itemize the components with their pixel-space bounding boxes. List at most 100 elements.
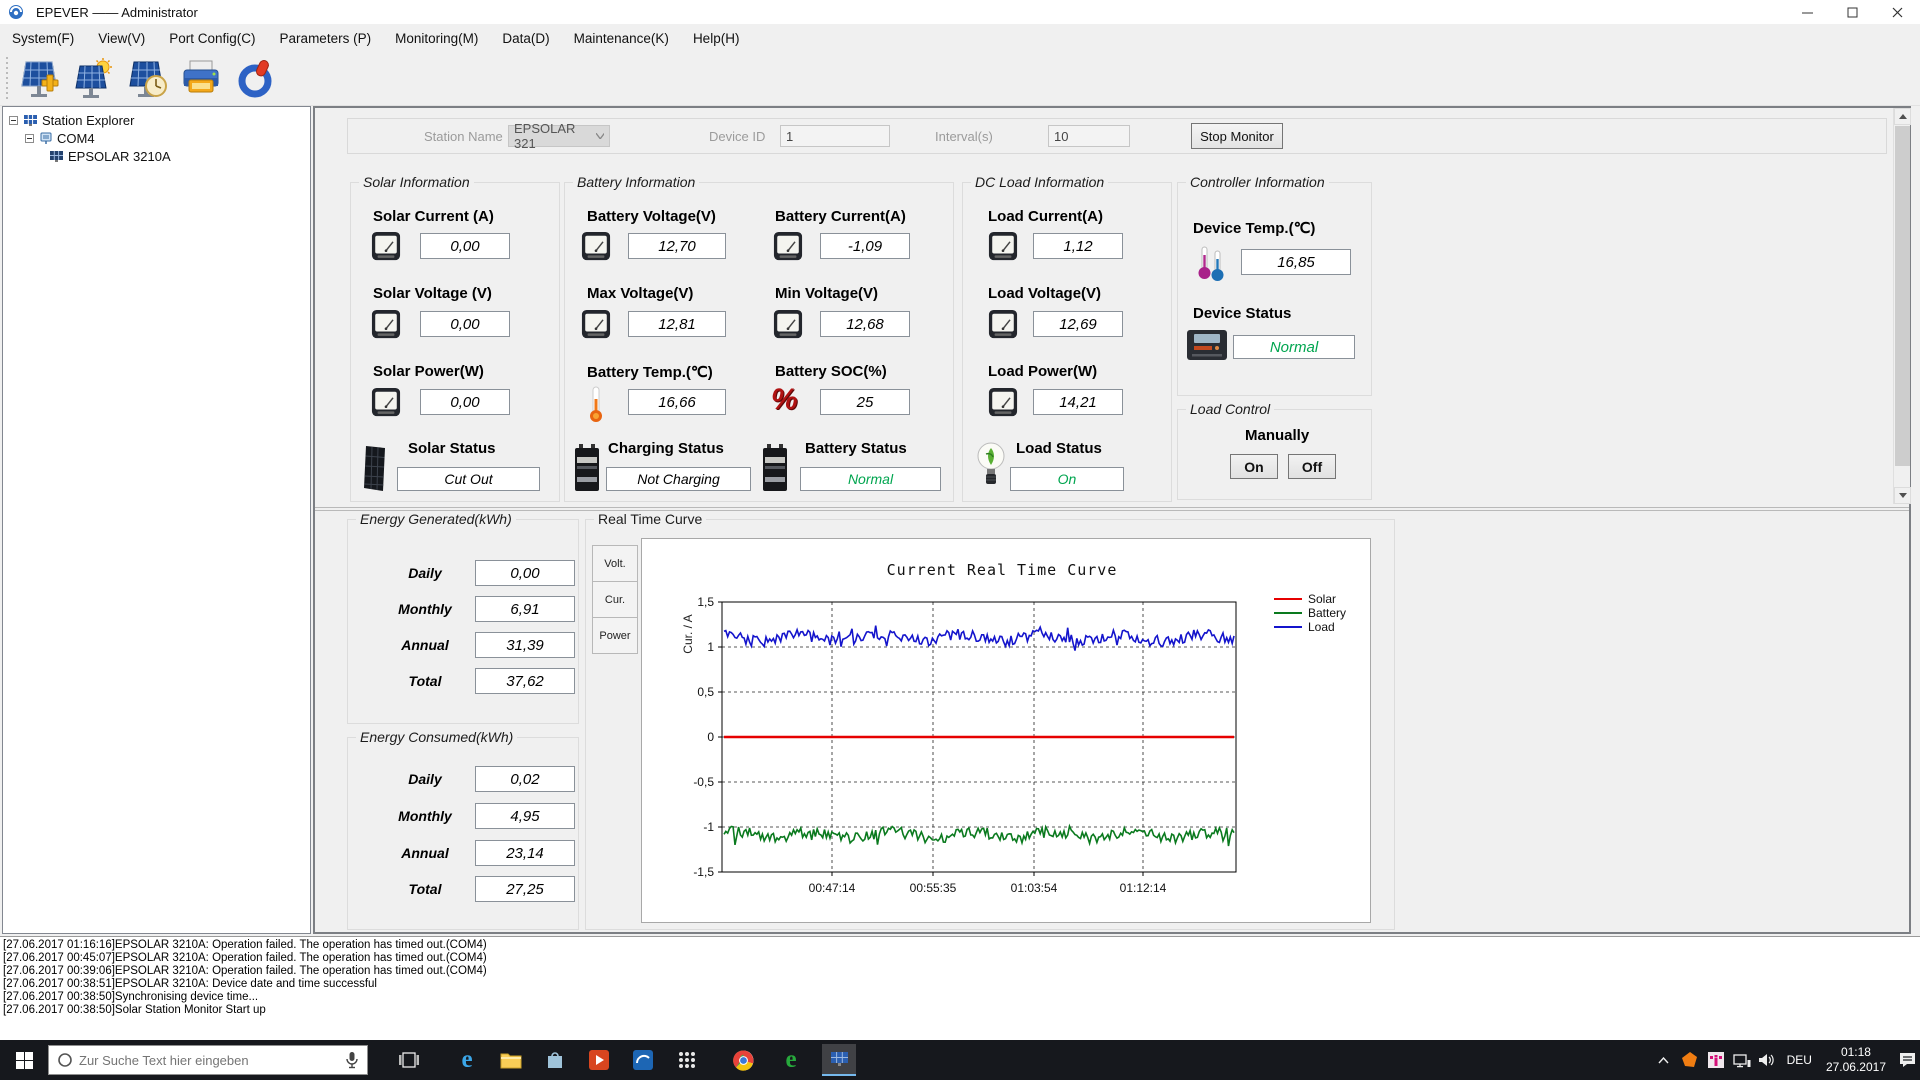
load-power-label: Load Power(W): [988, 363, 1097, 380]
task-view-button[interactable]: [392, 1044, 426, 1076]
annual-label: Annual: [380, 637, 470, 653]
close-button[interactable]: [1875, 0, 1920, 24]
horizontal-splitter[interactable]: [315, 507, 1909, 511]
load-control-title: Load Control: [1186, 401, 1274, 417]
taskbar-app-blue[interactable]: [626, 1044, 660, 1076]
menu-data[interactable]: Data(D): [490, 24, 561, 52]
minimize-icon: [1802, 7, 1813, 18]
load-on-button[interactable]: On: [1230, 454, 1278, 479]
scroll-up-button[interactable]: [1894, 108, 1911, 125]
maximize-button[interactable]: [1830, 0, 1875, 24]
network-icon: [1733, 1053, 1751, 1068]
tray-language[interactable]: DEU: [1781, 1053, 1818, 1067]
vertical-scrollbar[interactable]: [1893, 108, 1910, 504]
taskbar-epever-active[interactable]: [822, 1044, 856, 1076]
menu-monitoring[interactable]: Monitoring(M): [383, 24, 490, 52]
chart-ylabel: Cur. / A: [681, 604, 695, 664]
device-status-value: Normal: [1233, 335, 1355, 359]
taskbar-media-app[interactable]: [582, 1044, 616, 1076]
min-voltage-label: Min Voltage(V): [775, 285, 878, 302]
tray-telekom[interactable]: [1703, 1040, 1729, 1080]
svg-text:00:47:14: 00:47:14: [809, 881, 856, 895]
load-status-value: On: [1010, 467, 1124, 491]
triangle-down-icon: [1899, 493, 1907, 498]
task-view-icon: [399, 1052, 419, 1068]
station-monitor-button[interactable]: [69, 55, 117, 103]
log-line: [27.06.2017 01:16:16]EPSOLAR 3210A: Oper…: [3, 939, 1920, 952]
dc-load-information-group: DC Load Information Load Current(A) 1,12…: [962, 182, 1172, 502]
tab-cur[interactable]: Cur.: [592, 581, 638, 618]
main-panel: Station Name EPSOLAR 321 Device ID 1 Int…: [313, 106, 1911, 934]
battery-voltage-label: Battery Voltage(V): [587, 208, 716, 225]
scrollbar-thumb[interactable]: [1895, 126, 1910, 466]
charging-status-value: Not Charging: [606, 467, 751, 491]
add-station-button[interactable]: [15, 55, 63, 103]
microphone-icon[interactable]: [345, 1051, 359, 1069]
grid-dots-icon: [678, 1051, 696, 1069]
time-sync-button[interactable]: [123, 55, 171, 103]
station-name-combo[interactable]: EPSOLAR 321: [508, 125, 610, 147]
total-label: Total: [380, 673, 470, 689]
scroll-down-button[interactable]: [1894, 487, 1911, 504]
tray-clock[interactable]: 01:18 27.06.2017: [1818, 1045, 1894, 1075]
stop-monitor-button[interactable]: Stop Monitor: [1191, 123, 1283, 149]
com-port-icon: [39, 131, 53, 145]
tree-label-device: EPSOLAR 3210A: [68, 149, 171, 164]
battery-status-value: Normal: [800, 467, 941, 491]
menu-view[interactable]: View(V): [86, 24, 157, 52]
energy-generated-total: 37,62: [475, 668, 575, 694]
collapse-icon[interactable]: [25, 134, 34, 143]
tab-volt[interactable]: Volt.: [592, 545, 638, 582]
power-exit-button[interactable]: [231, 55, 279, 103]
taskbar-search[interactable]: [48, 1045, 368, 1075]
load-status-label: Load Status: [1016, 440, 1102, 457]
tray-volume[interactable]: [1755, 1040, 1781, 1080]
legend-label: Battery: [1308, 606, 1346, 620]
action-center-button[interactable]: [1894, 1040, 1920, 1080]
legend-item-battery: Battery: [1274, 606, 1346, 619]
energy-consumed-title: Energy Consumed(kWh): [356, 729, 517, 745]
solar-power-label: Solar Power(W): [373, 363, 484, 380]
load-control-group: Load Control Manually On Off: [1177, 409, 1372, 500]
menu-maintenance[interactable]: Maintenance(K): [562, 24, 681, 52]
interval-field: 10: [1048, 125, 1130, 147]
tree-label-com4: COM4: [57, 131, 95, 146]
device-thermometer-icon: [1194, 245, 1230, 285]
taskbar-app-grid[interactable]: [670, 1044, 704, 1076]
event-log[interactable]: [27.06.2017 01:16:16]EPSOLAR 3210A: Oper…: [0, 936, 1920, 1040]
search-input[interactable]: [79, 1053, 339, 1068]
battery-voltage-value: 12,70: [628, 233, 726, 259]
energy-generated-title: Energy Generated(kWh): [356, 511, 516, 527]
taskbar-chrome[interactable]: [726, 1044, 760, 1076]
taskbar-ie-green[interactable]: e: [774, 1044, 808, 1076]
svg-text:0: 0: [707, 730, 714, 744]
tab-power[interactable]: Power: [592, 617, 638, 654]
tree-item-epsolar-3210a[interactable]: EPSOLAR 3210A: [3, 147, 310, 165]
max-voltage-label: Max Voltage(V): [587, 285, 693, 302]
solar-panel-sun-icon: [72, 58, 114, 100]
menu-parameters[interactable]: Parameters (P): [268, 24, 384, 52]
menu-port-config[interactable]: Port Config(C): [157, 24, 267, 52]
minimize-button[interactable]: [1785, 0, 1830, 24]
collapse-icon[interactable]: [9, 116, 18, 125]
meter-gauge-icon: [581, 309, 611, 339]
taskbar-file-explorer[interactable]: [494, 1044, 528, 1076]
solar-current-value: 0,00: [420, 233, 510, 259]
menu-help[interactable]: Help(H): [681, 24, 752, 52]
menu-system[interactable]: System(F): [0, 24, 86, 52]
controller-information-group: Controller Information Device Temp.(℃) 1…: [1177, 182, 1372, 396]
legend-item-load: Load: [1274, 620, 1346, 633]
taskbar-store[interactable]: [538, 1044, 572, 1076]
start-button[interactable]: [10, 1048, 38, 1072]
tray-antivirus[interactable]: [1677, 1040, 1703, 1080]
print-button[interactable]: [177, 55, 225, 103]
tray-chevron-up[interactable]: [1651, 1040, 1677, 1080]
solar-information-title: Solar Information: [359, 174, 474, 190]
load-off-button[interactable]: Off: [1288, 454, 1336, 479]
energy-consumed-group: Energy Consumed(kWh) Daily 0,02 Monthly …: [347, 737, 579, 930]
tree-item-station-explorer[interactable]: Station Explorer: [3, 111, 310, 129]
interval-label: Interval(s): [935, 129, 993, 144]
taskbar-edge[interactable]: e: [450, 1044, 484, 1076]
tray-network[interactable]: [1729, 1040, 1755, 1080]
tree-item-com4[interactable]: COM4: [3, 129, 310, 147]
